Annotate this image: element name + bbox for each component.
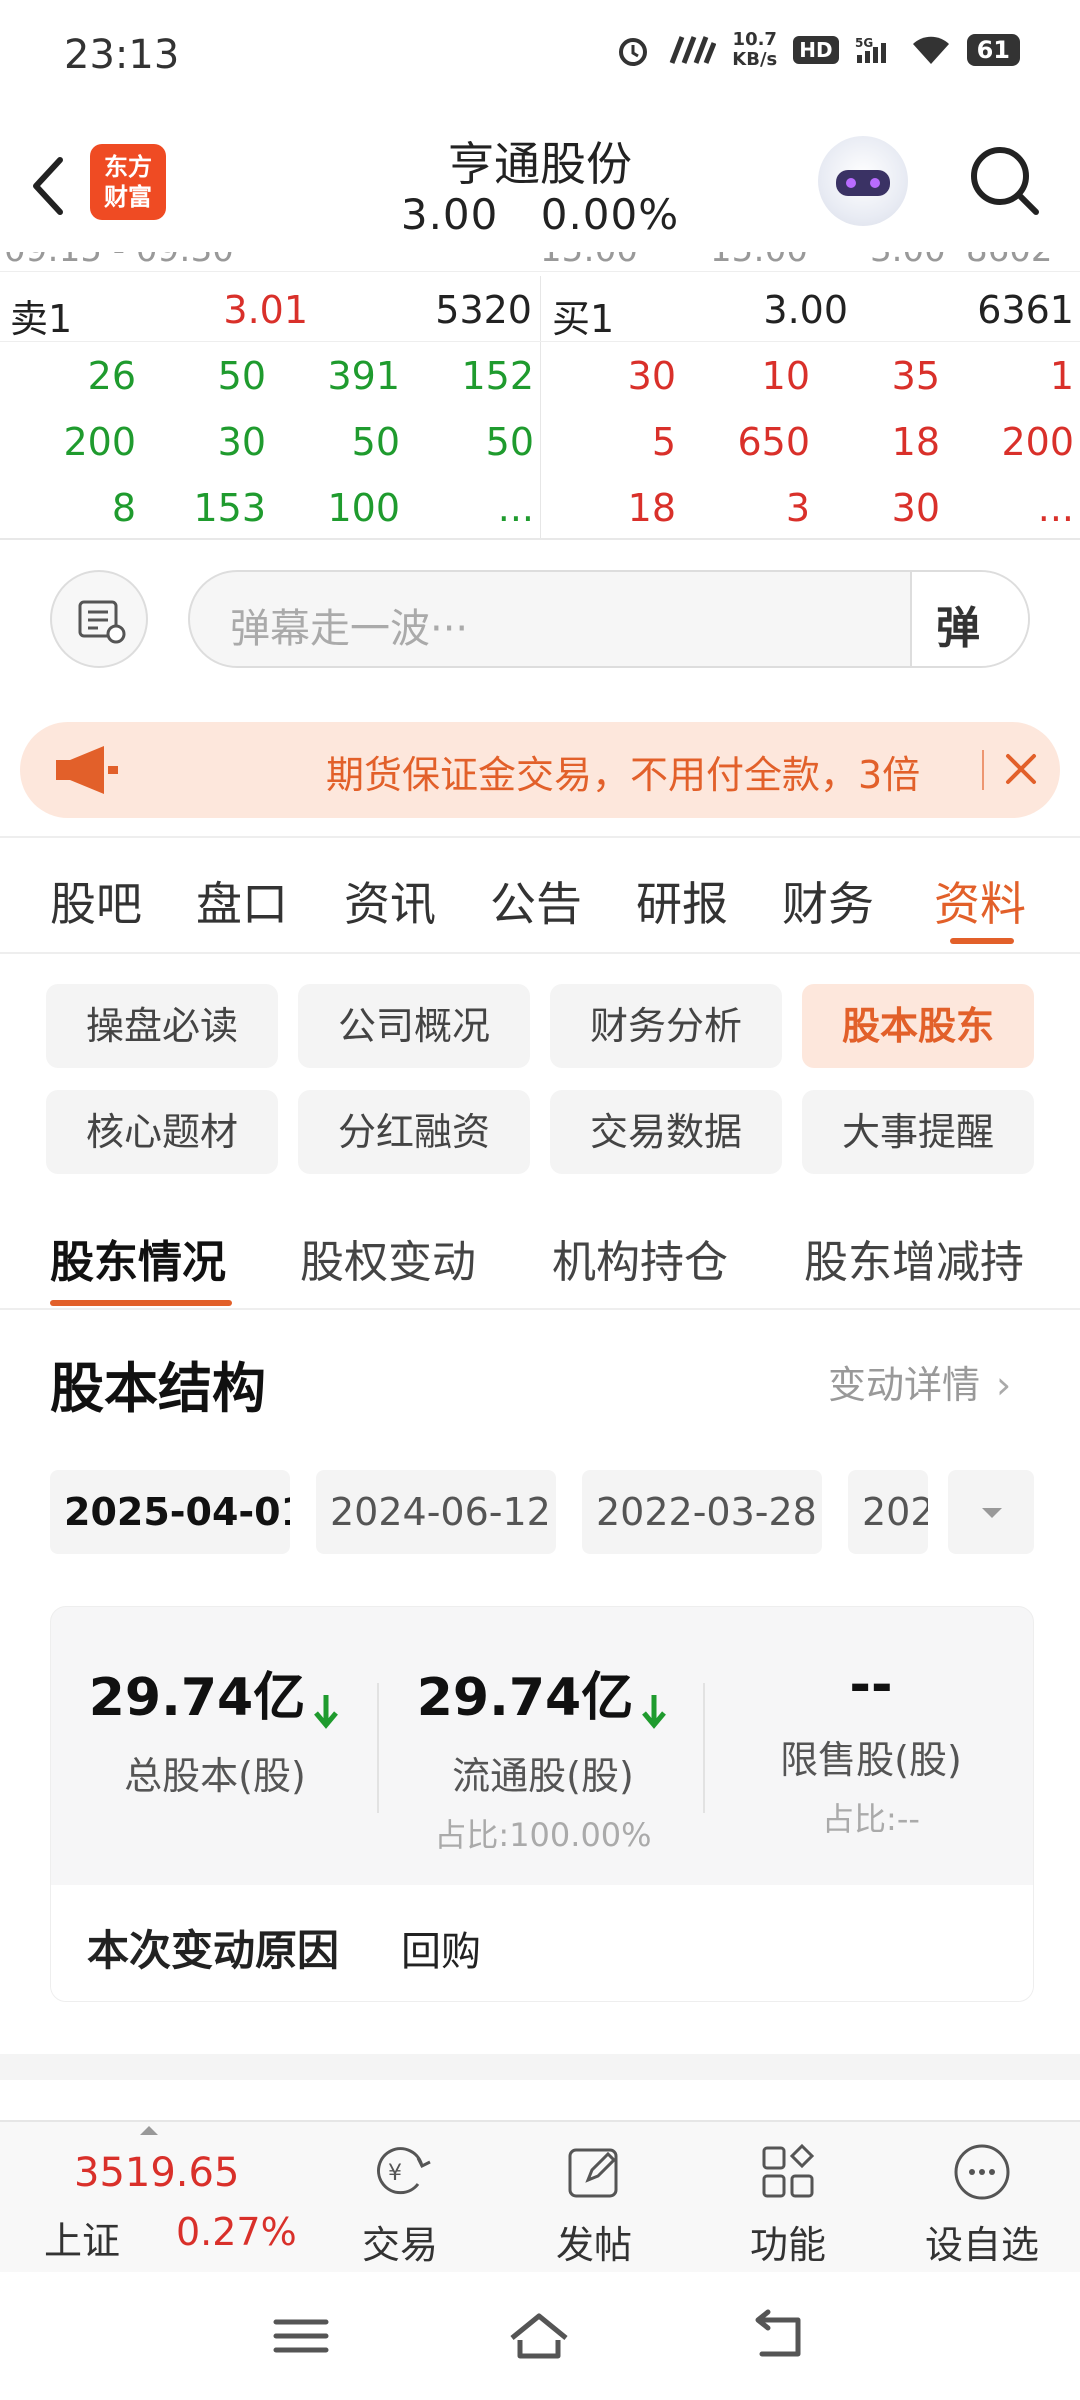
function-icon (762, 2143, 815, 2198)
change-details-link[interactable]: 变动详情 › (828, 1354, 1011, 1409)
tab-finance[interactable]: 财务 (782, 868, 874, 934)
nav-post[interactable]: 发帖 (519, 2140, 669, 2269)
down-arrow-icon (642, 1694, 667, 1729)
subtab-equity-changes[interactable]: 股权变动 (300, 1226, 476, 1290)
order-queue-row: 200 30 50 50 5 650 18 200 (63, 420, 1074, 464)
stock-header: 东方财富 亨通股份 3.00 0.00% (0, 120, 1080, 250)
hd-badge: HD (793, 36, 839, 64)
svg-text:¥: ¥ (388, 2161, 402, 2186)
sub-button-company-overview[interactable]: 公司概况 (298, 984, 530, 1068)
nav-watchlist[interactable]: 设自选 (907, 2140, 1057, 2269)
danmu-bar: 弹幕走一波··· 弹 (0, 570, 1080, 670)
index-name[interactable]: 上证 (44, 2210, 120, 2265)
sub-button-trading-guide[interactable]: 操盘必读 (46, 984, 278, 1068)
sub-button-trading-data[interactable]: 交易数据 (550, 1090, 782, 1174)
promo-text: 期货保证金交易，不用付全款，3倍 (326, 753, 921, 797)
menu-icon[interactable] (268, 2306, 334, 2366)
back-icon[interactable] (746, 2306, 812, 2366)
sell-level-label: 卖1 (10, 297, 73, 341)
svg-text:5G: 5G (855, 36, 873, 50)
stock-change-pct: 0.00% (540, 190, 680, 239)
subtab-shareholders[interactable]: 股东情况 (50, 1226, 226, 1290)
battery-icon: 61 (966, 34, 1020, 66)
date-chip[interactable]: 2024-06-12 (316, 1470, 556, 1554)
tab-pankou[interactable]: 盘口 (196, 868, 288, 934)
danmu-settings-icon (78, 600, 126, 644)
tab-news[interactable]: 资讯 (344, 868, 436, 934)
active-subtab-indicator (50, 1300, 232, 1306)
change-reason-value: 回购 (401, 1929, 481, 1975)
danmu-send-button[interactable]: 弹 (910, 572, 1028, 666)
danmu-input[interactable]: 弹幕走一波··· 弹 (188, 570, 1030, 668)
change-reason-row: 本次变动原因 回购 (51, 1885, 1033, 2001)
order-queue-row: 26 50 391 152 30 10 35 1 (87, 354, 1074, 398)
stock-price: 3.00 (400, 190, 499, 239)
nav-functions[interactable]: 功能 (713, 2140, 863, 2269)
date-chip[interactable]: 202 (848, 1470, 928, 1554)
tab-profile[interactable]: 资料 (934, 868, 1026, 934)
tab-announcements[interactable]: 公告 (490, 868, 582, 934)
change-reason-label: 本次变动原因 (87, 1926, 340, 1975)
signal-slash-icon (669, 36, 717, 64)
capital-structure-card: 29.74亿 总股本(股) 29.74亿 流通股(股) 占比:100.00% -… (50, 1606, 1034, 2002)
danmu-placeholder: 弹幕走一波··· (230, 606, 469, 652)
main-tabs: 股吧 盘口 资讯 公告 研报 财务 资料 (0, 862, 1080, 952)
expand-caret-icon[interactable] (140, 2126, 158, 2135)
danmu-settings-button[interactable] (50, 570, 148, 668)
trade-icon: ¥ (377, 2147, 431, 2195)
sub-button-share-capital[interactable]: 股本股东 (802, 984, 1034, 1068)
stat-float-shares: 29.74亿 流通股(股) 占比:100.00% (379, 1655, 707, 1856)
nav-trade[interactable]: ¥ 交易 (325, 2140, 475, 2269)
active-tab-indicator (950, 938, 1014, 944)
shareholder-tabs: 股东情况 股权变动 机构持仓 股东增减持 (0, 1222, 1080, 1312)
sub-button-core-themes[interactable]: 核心题材 (46, 1090, 278, 1174)
buy-level-label: 买1 (552, 297, 615, 341)
cellular-icon: 5G (855, 36, 886, 63)
network-speed: 10.7 KB/s (732, 29, 778, 70)
search-icon (971, 147, 1039, 215)
order-queue-row: 8 153 100 ... 18 3 30 ... (111, 486, 1074, 530)
sub-button-events[interactable]: 大事提醒 (802, 1090, 1034, 1174)
tab-guba[interactable]: 股吧 (50, 868, 142, 934)
date-chip[interactable]: 2022-03-28 (582, 1470, 822, 1554)
subtab-institutional-holdings[interactable]: 机构持仓 (552, 1226, 728, 1290)
order-book: 卖1 3.01 5320 买1 3.00 6361 26 50 391 152 … (0, 276, 1080, 540)
status-bar: 23:13 10.7 KB/s HD 5G 61 (0, 0, 1080, 110)
tab-research[interactable]: 研报 (636, 868, 728, 934)
buy-level-price: 3.00 (763, 288, 848, 332)
stat-restricted-shares: -- 限售股(股) 占比:-- (780, 1655, 962, 1838)
date-dropdown-button[interactable] (948, 1470, 1034, 1554)
stock-name: 亨通股份 (448, 137, 632, 191)
system-navigation-bar (0, 2272, 1080, 2400)
sell-level-price: 3.01 (223, 288, 308, 332)
subtab-holding-changes[interactable]: 股东增减持 (804, 1226, 1024, 1290)
down-arrow-icon (314, 1694, 339, 1729)
index-change-pct[interactable]: 0.27% (176, 2210, 297, 2254)
megaphone-icon (56, 746, 118, 794)
order-book-level-1: 卖1 3.01 5320 买1 3.00 6361 (0, 276, 1080, 342)
stat-total-shares: 29.74亿 总股本(股) (51, 1655, 379, 1800)
assistant-robot-avatar[interactable] (818, 136, 908, 226)
stock-quote: 3.00 0.00% (0, 190, 1080, 239)
search-button[interactable] (964, 140, 1044, 220)
watchlist-icon (954, 2144, 1010, 2200)
wifi-icon (912, 36, 949, 64)
bottom-toolbar: 3519.65 上证 0.27% ¥ 交易 发帖 功能 设自选 (0, 2120, 1080, 2272)
alarm-icon (619, 38, 648, 66)
status-time: 23:13 (64, 32, 180, 78)
close-icon[interactable] (996, 744, 1046, 794)
index-value[interactable]: 3519.65 (74, 2150, 239, 2196)
sub-button-dividends[interactable]: 分红融资 (298, 1090, 530, 1174)
chevron-right-icon: › (996, 1363, 1012, 1407)
home-icon[interactable] (506, 2306, 572, 2366)
post-icon (568, 2148, 618, 2198)
buy-level-volume: 6361 (977, 288, 1074, 332)
sell-level-volume: 5320 (435, 288, 532, 332)
date-chip[interactable]: 2025-04-01 (50, 1470, 290, 1554)
order-book-partial-row: 09:15 - 09:30 15:00 15:00 3.00 8602 (0, 252, 1080, 272)
promo-banner[interactable]: 期货保证金交易，不用付全款，3倍 (20, 722, 1060, 818)
section-title: 股本结构 (50, 1357, 266, 1420)
sub-button-financial-analysis[interactable]: 财务分析 (550, 984, 782, 1068)
status-icons: 10.7 KB/s HD 5G 61 (616, 30, 1020, 70)
